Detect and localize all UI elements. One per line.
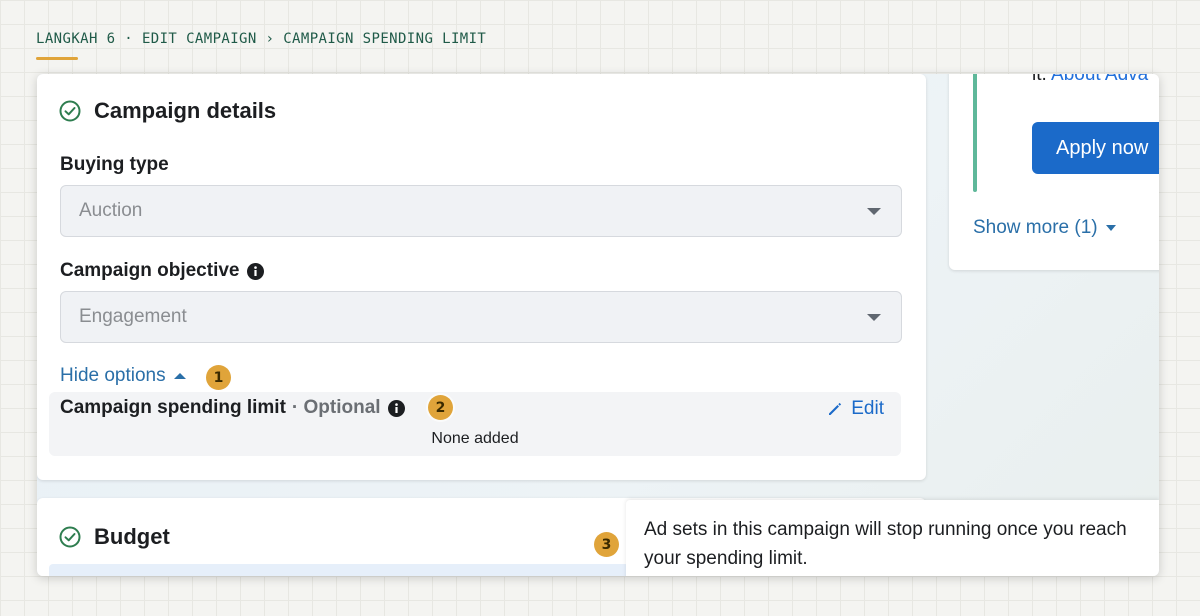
budget-title: Budget xyxy=(94,524,170,549)
show-more-label: Show more (1) xyxy=(973,217,1098,238)
step-marker-2: 2 xyxy=(428,395,453,420)
hide-options-label: Hide options xyxy=(60,365,166,386)
hide-options-link[interactable]: Hide options xyxy=(60,365,186,387)
edit-spending-limit-button[interactable]: Edit xyxy=(827,398,884,420)
buying-type-label: Buying type xyxy=(60,154,169,176)
about-advantage-link[interactable]: About Adva xyxy=(1051,74,1148,85)
apply-now-button[interactable]: Apply now xyxy=(1032,122,1159,174)
info-icon[interactable] xyxy=(387,399,405,417)
screenshot-frame: Campaign details Buying type Auction Cam… xyxy=(37,74,1159,576)
recommendation-text-prefix: it. xyxy=(1032,74,1047,85)
spending-limit-value: None added xyxy=(431,430,519,447)
edit-label: Edit xyxy=(851,398,884,419)
budget-header: Budget xyxy=(59,524,170,550)
campaign-objective-select[interactable]: Engagement xyxy=(60,291,902,343)
buying-type-select[interactable]: Auction xyxy=(60,185,902,237)
info-icon[interactable] xyxy=(246,262,264,280)
campaign-objective-label-text: Campaign objective xyxy=(60,260,240,281)
pencil-icon xyxy=(829,402,842,415)
spending-limit-box: Campaign spending limit · Optional Edit … xyxy=(49,392,901,456)
campaign-objective-label: Campaign objective xyxy=(60,260,264,282)
campaign-details-card: Campaign details Buying type Auction Cam… xyxy=(37,74,926,480)
check-circle-icon xyxy=(59,526,81,548)
chevron-down-icon xyxy=(867,313,881,321)
chevron-up-icon xyxy=(173,373,186,379)
breadcrumb: LANGKAH 6 · EDIT CAMPAIGN › CAMPAIGN SPE… xyxy=(36,31,487,47)
step-marker-3: 3 xyxy=(594,532,619,557)
step-marker-1: 1 xyxy=(206,365,231,390)
buying-type-label-text: Buying type xyxy=(60,154,169,175)
spending-limit-label: Campaign spending limit · Optional xyxy=(60,397,405,419)
chevron-down-icon xyxy=(1105,225,1116,231)
recommendation-accent-bar xyxy=(973,74,977,192)
show-more-link[interactable]: Show more (1) xyxy=(973,217,1116,239)
buying-type-value: Auction xyxy=(79,200,143,221)
spending-limit-label-text: Campaign spending limit xyxy=(60,397,286,418)
chevron-down-icon xyxy=(867,207,881,215)
recommendation-text: it. About Adva xyxy=(1032,74,1148,86)
budget-field-strip xyxy=(49,564,629,576)
campaign-details-header: Campaign details xyxy=(59,98,276,124)
check-circle-icon xyxy=(59,100,81,122)
optional-tag: · Optional xyxy=(291,397,381,418)
breadcrumb-underline xyxy=(36,57,78,60)
spending-limit-tooltip: Ad sets in this campaign will stop runni… xyxy=(626,500,1159,576)
campaign-objective-value: Engagement xyxy=(79,306,187,327)
recommendation-card: it. About Adva Apply now Show more (1) xyxy=(949,74,1159,270)
campaign-details-title: Campaign details xyxy=(94,98,277,123)
